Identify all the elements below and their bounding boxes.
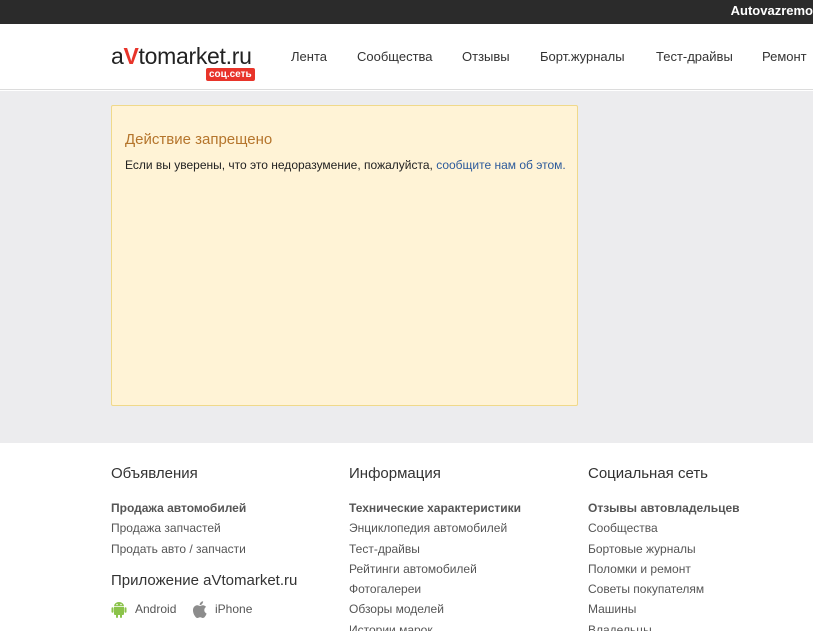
nav-repair[interactable]: Ремонт: [762, 49, 807, 64]
footer-link[interactable]: Обзоры моделей: [349, 599, 521, 619]
footer-link[interactable]: Поломки и ремонт: [588, 559, 740, 579]
footer-link[interactable]: Машины: [588, 599, 740, 619]
site-footer: Объявления Продажа автомобилей Продажа з…: [0, 443, 813, 631]
logo-wordmark: aVtomarket.ru: [111, 43, 252, 69]
iphone-app-link[interactable]: iPhone: [192, 601, 252, 618]
app-title: Приложение aVtomarket.ru: [111, 571, 298, 589]
footer-col-info: Информация Технические характеристики Эн…: [349, 465, 521, 631]
footer-col-ads: Объявления Продажа автомобилей Продажа з…: [111, 465, 297, 623]
main-area: Действие запрещено Если вы уверены, что …: [0, 91, 813, 443]
access-denied-notice: Действие запрещено Если вы уверены, что …: [111, 105, 578, 406]
site-header: aVtomarket.ru соц.сеть Лента Сообщества …: [0, 24, 813, 90]
footer-link[interactable]: Сообщества: [588, 518, 740, 538]
notice-title: Действие запрещено: [125, 131, 273, 148]
site-logo[interactable]: aVtomarket.ru соц.сеть: [111, 43, 261, 83]
report-link[interactable]: сообщите нам об этом.: [436, 158, 566, 172]
nav-test-drives[interactable]: Тест-драйвы: [656, 49, 733, 64]
logo-badge: соц.сеть: [206, 68, 255, 81]
nav-logbooks[interactable]: Борт.журналы: [540, 49, 625, 64]
footer-link[interactable]: Отзывы автовладельцев: [588, 498, 740, 518]
app-links: Android iPhone: [111, 601, 297, 623]
nav-feed[interactable]: Лента: [291, 49, 327, 64]
footer-link[interactable]: Продажа запчастей: [111, 518, 297, 538]
footer-link[interactable]: Технические характеристики: [349, 498, 521, 518]
footer-link[interactable]: Владельцы: [588, 620, 740, 631]
footer-col-title: Объявления: [111, 465, 198, 482]
nav-reviews[interactable]: Отзывы: [462, 49, 510, 64]
top-bar: Autovazremo: [0, 0, 813, 24]
footer-col-title: Информация: [349, 465, 441, 482]
footer-link[interactable]: Фотогалереи: [349, 579, 521, 599]
footer-link[interactable]: Тест-драйвы: [349, 539, 521, 559]
user-name-link[interactable]: Autovazremo: [731, 3, 813, 18]
notice-text: Если вы уверены, что это недоразумение, …: [125, 158, 566, 172]
android-app-link[interactable]: Android: [111, 601, 176, 618]
footer-link[interactable]: Энциклопедия автомобилей: [349, 518, 521, 538]
android-icon: [111, 601, 127, 618]
footer-col-title: Социальная сеть: [588, 465, 708, 482]
footer-link[interactable]: Продать авто / запчасти: [111, 539, 297, 559]
footer-link[interactable]: Бортовые журналы: [588, 539, 740, 559]
nav-communities[interactable]: Сообщества: [357, 49, 433, 64]
apple-icon: [192, 601, 207, 618]
footer-link[interactable]: Рейтинги автомобилей: [349, 559, 521, 579]
footer-link[interactable]: Продажа автомобилей: [111, 498, 297, 518]
footer-link[interactable]: Истории марок: [349, 620, 521, 631]
footer-link[interactable]: Советы покупателям: [588, 579, 740, 599]
footer-col-social: Социальная сеть Отзывы автовладельцев Со…: [588, 465, 740, 631]
